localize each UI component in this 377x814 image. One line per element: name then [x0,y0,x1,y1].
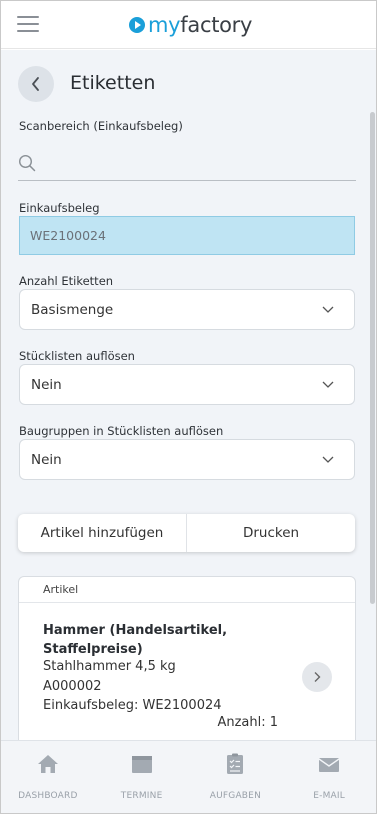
baugruppen-label: Baugruppen in Stücklisten auflösen [19,424,224,438]
chevron-right-icon [314,672,321,682]
nav-dashboard[interactable]: DASHBOARD [1,741,95,813]
stueckliste-select[interactable]: Nein [19,364,355,405]
beleg-label: Einkaufsbeleg [19,201,100,215]
nav-aufgaben[interactable]: AUFGABEN [189,741,283,813]
app-header: myfactory [1,1,376,49]
logo-play-icon [129,17,145,33]
mail-icon [318,758,340,772]
logo-text-factory: factory [180,13,253,37]
chevron-down-icon [322,381,334,388]
baugruppen-select-value: Nein [31,451,62,468]
stueckliste-select-value: Nein [31,376,62,393]
anzahl-select[interactable]: Basismenge [19,289,355,330]
bottom-navigation: DASHBOARD TERMINE AUFGABEN E-MAIL [1,740,376,813]
article-number: A000002 [43,679,102,694]
page-title: Etiketten [70,72,156,94]
beleg-input[interactable]: WE2100024 [19,216,355,255]
nav-aufgaben-label: AUFGABEN [209,791,261,801]
back-button[interactable] [18,66,54,102]
chevron-down-icon [322,306,334,313]
article-quantity: Anzahl: 1 [217,715,278,730]
anzahl-select-value: Basismenge [31,301,114,318]
article-description: Stahlhammer 4,5 kg [43,659,176,674]
article-card: Artikel Hammer (Handelsartikel, Staffelp… [18,576,356,740]
calendar-icon [131,756,152,773]
myfactory-logo: myfactory [129,11,252,39]
print-button[interactable]: Drucken [186,514,355,552]
article-title: Hammer (Handelsartikel, Staffelpreise) [43,623,228,657]
clipboard-icon [227,753,244,774]
search-icon [18,154,36,172]
anzahl-label: Anzahl Etiketten [19,274,114,288]
nav-email[interactable]: E-MAIL [282,741,376,813]
baugruppen-select[interactable]: Nein [19,439,355,480]
nav-email-label: E-MAIL [313,791,345,801]
scan-label: Scanbereich (Einkaufsbeleg) [19,119,183,133]
home-icon [37,755,58,773]
scrollbar[interactable] [370,112,375,604]
article-beleg: Einkaufsbeleg: WE2100024 [43,698,222,713]
chevron-left-icon [32,77,39,91]
article-card-header: Artikel [19,577,355,603]
main-content: Etiketten Scanbereich (Einkaufsbeleg) Ei… [1,50,376,740]
stueckliste-label: Stücklisten auflösen [19,349,135,363]
nav-termine[interactable]: TERMINE [95,741,189,813]
article-detail-button[interactable] [302,662,332,692]
scan-input[interactable] [44,151,344,175]
scan-field[interactable] [18,145,356,181]
chevron-down-icon [322,456,334,463]
nav-dashboard-label: DASHBOARD [18,791,78,801]
menu-icon[interactable] [17,16,39,32]
logo-text-my: my [148,13,181,37]
nav-termine-label: TERMINE [120,791,163,801]
action-button-group: Artikel hinzufügen Drucken [18,514,355,552]
app-frame: myfactory Etiketten Scanbereich (Einkauf… [0,0,377,814]
add-article-button[interactable]: Artikel hinzufügen [18,514,186,552]
